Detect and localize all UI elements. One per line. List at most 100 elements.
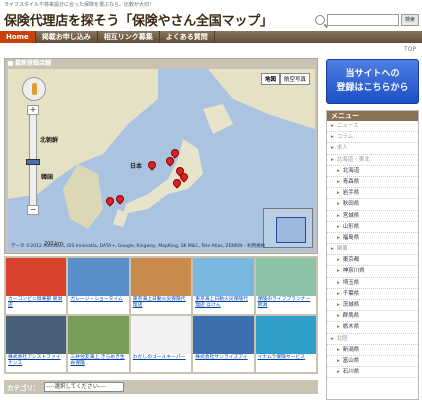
zoom-out-icon[interactable]: − bbox=[27, 205, 39, 215]
store-caption[interactable]: 株式会社アシストファイナンス bbox=[6, 354, 66, 367]
arrow-icon: ▸ bbox=[337, 369, 340, 376]
store-caption[interactable]: わたしのゴールキーパー bbox=[131, 354, 191, 362]
store-card[interactable]: ガレージ・ショータイム bbox=[68, 258, 129, 314]
menu-item-label: 福島県 bbox=[342, 234, 360, 241]
menu-item-label: 秋田県 bbox=[342, 201, 360, 208]
menu-item-label: 関東 bbox=[336, 246, 348, 253]
menu-item-label: 求人 bbox=[336, 145, 348, 152]
store-card[interactable]: カーコンビニ倶楽部 新潟店 bbox=[6, 258, 67, 314]
store-photo[interactable] bbox=[255, 316, 316, 354]
store-caption[interactable]: 保険のライフプランナー 新潟 bbox=[256, 296, 316, 309]
side-menu: メニュー ▸ ニュース ▸ コラム ▸ 求人 ▸ 北海道・東北 ▸ 北海道 ▸ 青森県 ▸ 岩手県 ▸ 秋田県… bbox=[326, 110, 419, 400]
menu-category[interactable]: ▸ 関東 bbox=[327, 244, 418, 256]
store-photo[interactable] bbox=[255, 258, 316, 296]
store-photo[interactable] bbox=[130, 258, 192, 296]
menu-item[interactable]: ▸ 青森県 bbox=[327, 177, 418, 189]
store-caption[interactable]: 株式会社サンライズアイ bbox=[193, 354, 253, 362]
store-caption[interactable]: 東京海上日動火災保険代理店 bbox=[131, 296, 191, 309]
menu-heading: メニュー bbox=[327, 111, 418, 121]
label-korea: 韓国 bbox=[41, 174, 54, 181]
menu-item[interactable]: ▸ 東京都 bbox=[327, 255, 418, 267]
menu-item[interactable]: ▸ 北海道 bbox=[327, 166, 418, 177]
store-card[interactable]: わたしのゴールキーパー bbox=[130, 316, 192, 372]
menu-item[interactable]: ▸ 栃木県 bbox=[327, 322, 418, 334]
store-photo[interactable] bbox=[193, 258, 254, 296]
menu-item[interactable]: ▸ 福島県 bbox=[327, 233, 418, 245]
menu-category[interactable]: ▸ 求人 bbox=[327, 143, 418, 155]
street-view-pegman[interactable] bbox=[22, 77, 46, 101]
nav-faq[interactable]: よくある質問 bbox=[160, 31, 215, 43]
store-card[interactable]: イナムラ保険サービス bbox=[255, 316, 316, 372]
store-photo[interactable] bbox=[6, 316, 67, 354]
menu-item[interactable]: ▸ 群馬県 bbox=[327, 311, 418, 323]
store-caption[interactable]: ガレージ・ショータイム bbox=[68, 296, 128, 304]
arrow-icon: ▸ bbox=[337, 324, 340, 331]
category-select[interactable]: ----選択してください---- bbox=[43, 382, 124, 392]
menu-item-label: 神奈川県 bbox=[342, 268, 365, 275]
store-caption[interactable]: イナムラ保険サービス bbox=[256, 354, 316, 362]
store-card[interactable]: 株式会社サンライズアイ bbox=[193, 316, 254, 372]
store-card[interactable]: 東京海上日動火災保険代理店 bbox=[130, 258, 192, 314]
menu-item[interactable]: ▸ 茨城県 bbox=[327, 300, 418, 312]
menu-item[interactable]: ▸ 埼玉県 bbox=[327, 278, 418, 289]
store-photo[interactable] bbox=[193, 316, 254, 354]
label-north-korea: 北朝鮮 bbox=[40, 137, 59, 144]
menu-category[interactable]: ▸ ニュース bbox=[327, 121, 418, 133]
menu-item-label: 北海道・東北 bbox=[336, 156, 370, 163]
nav-link-exchange[interactable]: 相互リンク募集 bbox=[98, 31, 160, 43]
store-photo[interactable] bbox=[68, 258, 129, 296]
menu-item[interactable]: ▸ 山形県 bbox=[327, 222, 418, 233]
menu-item[interactable]: ▸ 千葉県 bbox=[327, 289, 418, 300]
overview-map[interactable] bbox=[263, 208, 313, 248]
menu-category[interactable]: ▸ 北海道・東北 bbox=[327, 155, 418, 166]
bullet-icon bbox=[8, 61, 13, 66]
menu-item-label: 青森県 bbox=[342, 178, 360, 185]
zoom-knob[interactable] bbox=[26, 159, 40, 165]
menu-category[interactable]: ▸ 北陸 bbox=[327, 334, 418, 345]
overview-viewport[interactable] bbox=[276, 217, 306, 243]
search-input[interactable] bbox=[327, 14, 399, 26]
search-button[interactable]: 検索 bbox=[401, 14, 419, 26]
store-card[interactable]: 保険のライフプランナー 新潟 bbox=[255, 258, 316, 314]
map-attribution: データ ©2012 AutoNavi, GIS Innovatia, DATA+… bbox=[11, 244, 266, 249]
zoom-in-icon[interactable]: + bbox=[27, 105, 39, 115]
map-heading: 最新登録店舗 bbox=[5, 59, 317, 68]
nav-home[interactable]: Home bbox=[0, 31, 36, 43]
nav-apply[interactable]: 掲載お申し込み bbox=[36, 31, 98, 43]
menu-item[interactable]: ▸ 富山県 bbox=[327, 356, 418, 368]
arrow-icon: ▸ bbox=[337, 167, 340, 174]
register-button[interactable]: 当サイトへの 登録はこちらから bbox=[326, 59, 419, 104]
map-type-map[interactable]: 地図 bbox=[260, 73, 280, 85]
menu-item[interactable]: ▸ 秋田県 bbox=[327, 199, 418, 211]
store-card[interactable]: 株式会社アシストファイナンス bbox=[6, 316, 67, 372]
menu-category[interactable]: ▸ コラム bbox=[327, 132, 418, 144]
store-caption[interactable]: カーコンビニ倶楽部 新潟店 bbox=[6, 296, 66, 309]
store-card[interactable]: 三井住友海上 きらめき生命保険 bbox=[68, 316, 129, 372]
store-card[interactable]: 東京海上日動火災保険代理店 ほけん bbox=[193, 258, 254, 314]
store-caption[interactable]: 東京海上日動火災保険代理店 ほけん bbox=[193, 296, 253, 309]
menu-item[interactable]: ▸ 岩手県 bbox=[327, 188, 418, 200]
arrow-icon: ▸ bbox=[337, 257, 340, 264]
site-title[interactable]: 保険代理店を探そう「保険やさん全国マップ」 bbox=[4, 10, 273, 29]
menu-item[interactable]: ▸ 神奈川県 bbox=[327, 266, 418, 278]
google-map[interactable]: + − 地図 航空写真 北朝鮮 韓国 日本 200 km データ ©2012 A… bbox=[8, 69, 315, 251]
site-tagline: ライフスタイルや将来設計に合った保険を選ぶなら、比較が大切！ bbox=[4, 2, 155, 8]
menu-item[interactable]: ▸ 石川県 bbox=[327, 367, 418, 379]
store-photo[interactable] bbox=[68, 316, 129, 354]
menu-item-label: 富山県 bbox=[342, 357, 360, 364]
menu-item[interactable]: ▸ 新潟県 bbox=[327, 345, 418, 356]
menu-item-label: 新潟県 bbox=[342, 346, 360, 353]
arrow-icon: ▸ bbox=[331, 156, 334, 163]
map-type-satellite[interactable]: 航空写真 bbox=[279, 73, 310, 85]
top-link[interactable]: TOP bbox=[404, 46, 416, 53]
menu-item[interactable]: ▸ 宮城県 bbox=[327, 211, 418, 222]
store-caption[interactable]: 三井住友海上 きらめき生命保険 bbox=[68, 354, 128, 367]
register-line1: 当サイトへの bbox=[345, 69, 400, 79]
arrow-icon: ▸ bbox=[337, 357, 340, 364]
menu-item-label: ニュース bbox=[336, 123, 359, 129]
store-photo[interactable] bbox=[6, 258, 67, 296]
arrow-icon: ▸ bbox=[337, 201, 340, 208]
store-photo[interactable] bbox=[130, 316, 192, 354]
category-label: カテゴリ： bbox=[7, 384, 40, 392]
arrow-icon: ▸ bbox=[331, 335, 334, 342]
